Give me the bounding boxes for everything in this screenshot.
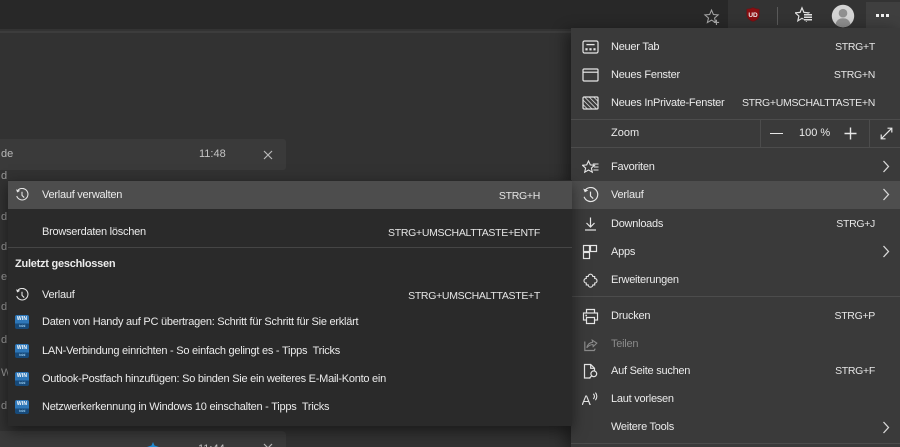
svg-text:UD: UD	[748, 12, 758, 19]
svg-text:A: A	[582, 392, 592, 408]
